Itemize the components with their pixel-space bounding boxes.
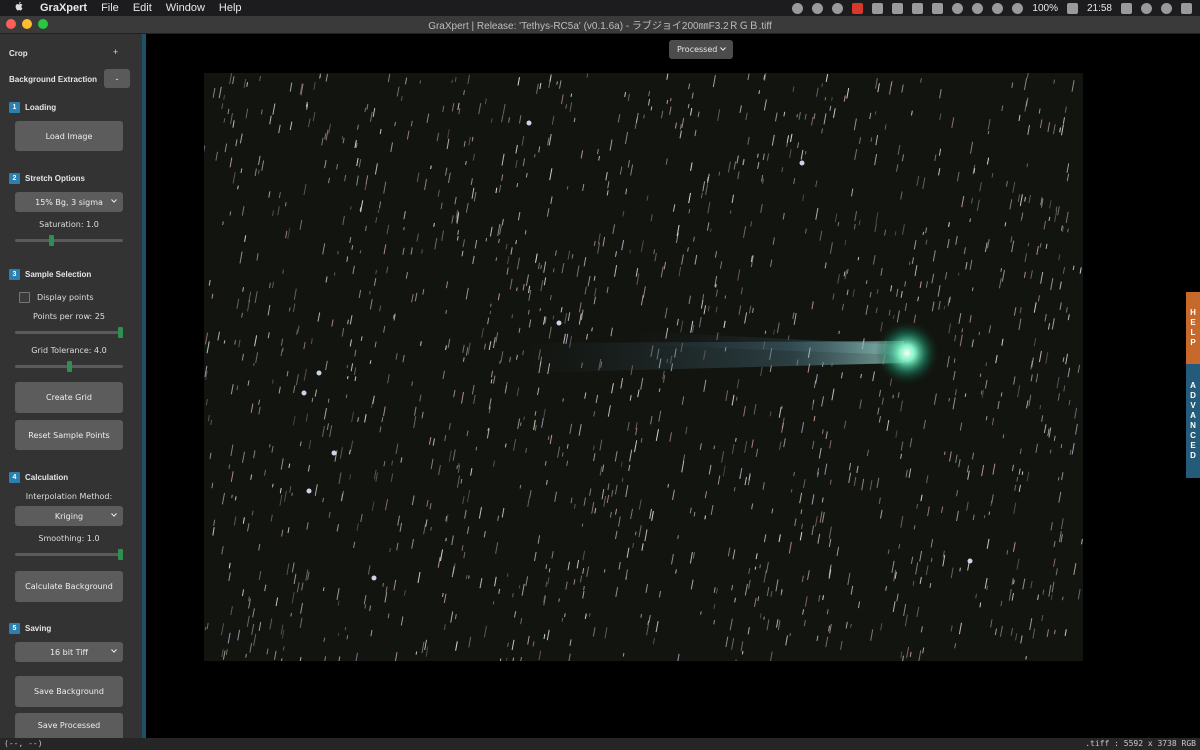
- cursor-coordinates: (--, --): [4, 739, 43, 748]
- display-points-label: Display points: [37, 293, 94, 302]
- section-number: 1: [9, 102, 20, 113]
- status-bar: (--, --) .tiff : 5592 x 3738 RGB: [0, 738, 1200, 750]
- chevron-down-icon: [720, 47, 726, 51]
- slider-handle[interactable]: [48, 235, 54, 246]
- saturation-label: Saturation: 1.0: [39, 220, 99, 229]
- siri-icon[interactable]: [1161, 2, 1172, 14]
- location-icon[interactable]: [792, 2, 804, 14]
- save-background-button[interactable]: Save Background: [15, 676, 123, 707]
- points-per-row-slider[interactable]: [15, 327, 123, 338]
- volume-icon[interactable]: [1012, 2, 1024, 14]
- smoothing-slider[interactable]: [15, 549, 123, 560]
- section-number: 4: [9, 472, 20, 483]
- crop-header[interactable]: Crop: [9, 49, 28, 58]
- slider-handle[interactable]: [118, 549, 123, 560]
- zoom-window-button[interactable]: [38, 19, 48, 29]
- interpolation-method-label: Interpolation Method:: [25, 492, 113, 501]
- sidebar: Crop + Background Extraction - 1 Loading…: [0, 34, 142, 738]
- section-stretch: 2 Stretch Options: [9, 173, 85, 184]
- grid-tolerance-slider[interactable]: [15, 361, 123, 372]
- battery-percent: 100%: [1032, 2, 1058, 14]
- grid-tolerance-label: Grid Tolerance: 4.0: [31, 346, 107, 355]
- comet-coma: [875, 321, 939, 385]
- interpolation-method-dropdown[interactable]: Kriging: [15, 506, 123, 526]
- section-title: Stretch Options: [25, 174, 86, 183]
- window-controls: [6, 19, 48, 29]
- background-extraction-header[interactable]: Background Extraction: [9, 75, 97, 84]
- menu-edit[interactable]: Edit: [133, 2, 152, 14]
- menu-app-name[interactable]: GraXpert: [40, 2, 87, 14]
- stretch-mode-dropdown[interactable]: 15% Bg, 3 sigma: [15, 192, 123, 212]
- clock[interactable]: 21:58: [1087, 3, 1112, 14]
- section-title: Loading: [25, 103, 57, 112]
- dropbox-icon[interactable]: [812, 2, 824, 14]
- points-per-row-label: Points per row: 25: [33, 312, 105, 321]
- notification-center-icon[interactable]: [1181, 2, 1192, 14]
- save-format-dropdown[interactable]: 16 bit Tiff: [15, 642, 123, 662]
- menu-help[interactable]: Help: [219, 2, 242, 14]
- battery-icon[interactable]: [1066, 2, 1078, 14]
- minimize-window-button[interactable]: [22, 19, 32, 29]
- section-number: 5: [9, 623, 20, 634]
- section-saving: 5 Saving: [9, 623, 51, 634]
- reset-sample-points-button[interactable]: Reset Sample Points: [15, 420, 123, 450]
- mac-menu-bar: GraXpert File Edit Window Help 100% 21:5…: [0, 0, 1200, 16]
- menu-file[interactable]: File: [101, 2, 119, 14]
- astro-image[interactable]: [204, 73, 1083, 661]
- save-format-value: 16 bit Tiff: [49, 647, 89, 657]
- image-info: .tiff : 5592 x 3738 RGB: [1085, 739, 1196, 748]
- calendar-icon[interactable]: [932, 2, 944, 14]
- section-calculation: 4 Calculation: [9, 472, 68, 483]
- view-mode-value: Processed: [677, 45, 718, 54]
- close-window-button[interactable]: [6, 19, 16, 29]
- chevron-down-icon: [111, 199, 117, 203]
- window-title: GraXpert | Release: 'Tethys-RC5a' (v0.1.…: [428, 21, 772, 32]
- slider-handle[interactable]: [118, 327, 123, 338]
- chevron-down-icon: [111, 513, 117, 517]
- load-image-button[interactable]: Load Image: [15, 121, 123, 151]
- display-points-row[interactable]: Display points: [19, 292, 94, 303]
- display-points-checkbox[interactable]: [19, 292, 30, 303]
- apple-icon[interactable]: [12, 1, 26, 15]
- time-machine-icon[interactable]: [952, 2, 964, 14]
- chevron-down-icon: [111, 649, 117, 653]
- background-extraction-toggle[interactable]: -: [104, 69, 130, 88]
- section-number: 3: [9, 269, 20, 280]
- keyboard-icon[interactable]: [912, 2, 924, 14]
- section-title: Sample Selection: [25, 270, 92, 279]
- sync-icon[interactable]: [872, 2, 884, 14]
- menu-window[interactable]: Window: [166, 2, 205, 14]
- view-mode-dropdown[interactable]: Processed: [669, 40, 733, 59]
- stretch-mode-value: 15% Bg, 3 sigma: [35, 197, 103, 207]
- bluetooth-icon[interactable]: [972, 2, 984, 14]
- script-icon[interactable]: [892, 2, 904, 14]
- section-number: 2: [9, 173, 20, 184]
- spotlight-icon[interactable]: [1141, 2, 1152, 14]
- menu-extras: 100% 21:58: [792, 0, 1192, 16]
- section-sample-selection: 3 Sample Selection: [9, 269, 91, 280]
- interpolation-method-value: Kriging: [54, 511, 84, 521]
- section-title: Saving: [25, 624, 52, 633]
- starfield-image: [204, 73, 1083, 661]
- input-source-icon[interactable]: [1121, 2, 1132, 14]
- create-grid-button[interactable]: Create Grid: [15, 382, 123, 413]
- calculate-background-button[interactable]: Calculate Background: [15, 571, 123, 602]
- window-title-bar: GraXpert | Release: 'Tethys-RC5a' (v0.1.…: [0, 16, 1200, 34]
- saturation-slider[interactable]: [15, 235, 123, 246]
- save-processed-button[interactable]: Save Processed: [15, 713, 123, 738]
- app-tray-icon[interactable]: [852, 2, 864, 14]
- creative-cloud-icon[interactable]: [832, 2, 844, 14]
- smoothing-label: Smoothing: 1.0: [38, 534, 100, 543]
- section-loading: 1 Loading: [9, 102, 56, 113]
- section-title: Calculation: [25, 473, 69, 482]
- help-tab[interactable]: HELP: [1186, 292, 1200, 364]
- advanced-tab[interactable]: ADVANCED: [1186, 364, 1200, 478]
- crop-toggle[interactable]: +: [113, 47, 118, 57]
- slider-handle[interactable]: [66, 361, 72, 372]
- wifi-icon[interactable]: [992, 2, 1004, 14]
